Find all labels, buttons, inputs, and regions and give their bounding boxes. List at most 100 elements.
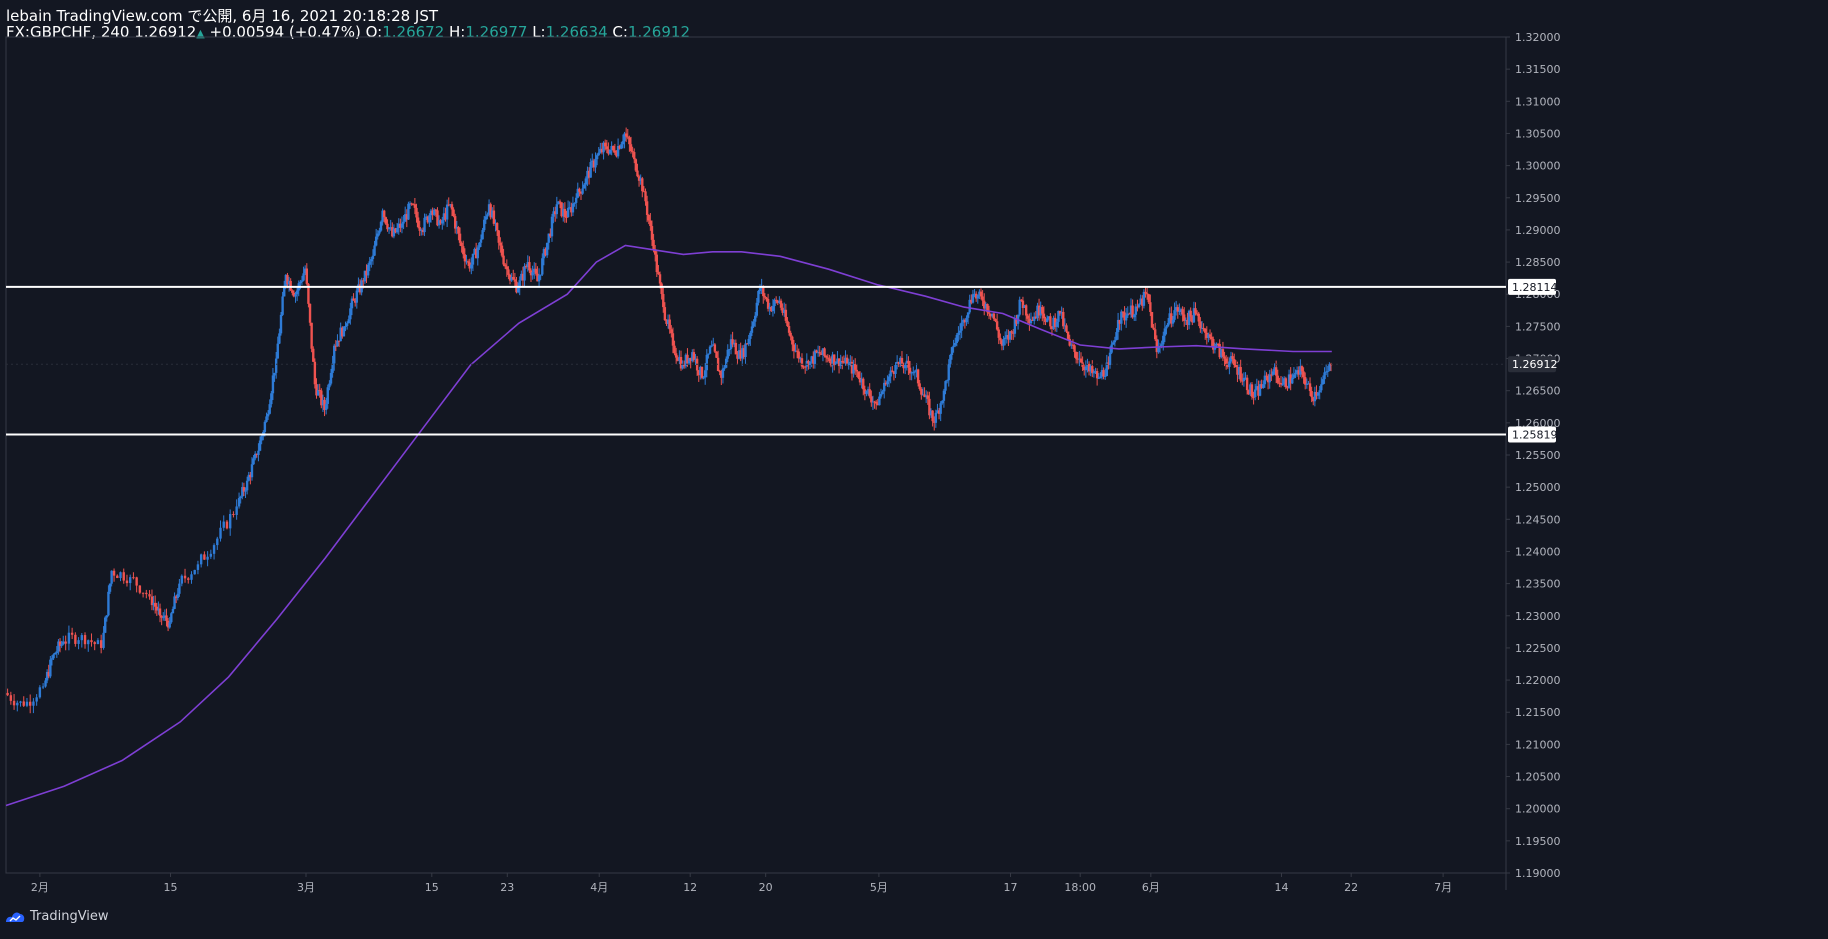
candle [595, 153, 599, 166]
candle-body [634, 159, 638, 171]
candle-body [165, 615, 168, 621]
candle [989, 313, 992, 320]
candle-body [978, 291, 981, 296]
tradingview-brand[interactable]: TradingView [4, 909, 109, 924]
candle [28, 694, 32, 714]
candle [565, 210, 568, 223]
candle-body [753, 315, 757, 322]
candle [657, 264, 660, 275]
candle-body [1160, 344, 1163, 346]
candle [1139, 294, 1142, 305]
candle-body [574, 197, 578, 203]
candle [1024, 304, 1028, 322]
candle-body [963, 319, 967, 323]
candle [795, 344, 799, 359]
candle [1070, 342, 1073, 349]
candle-body [1044, 318, 1047, 322]
candle [1221, 341, 1225, 362]
candle-body [928, 398, 931, 416]
candle [594, 152, 597, 173]
candle [684, 353, 688, 369]
candle [405, 209, 409, 228]
candle-body [1303, 377, 1307, 385]
candle-body [723, 367, 726, 369]
candle-body [684, 354, 688, 367]
candle-body [762, 286, 765, 297]
candle [773, 298, 776, 314]
candle-body [1220, 349, 1223, 358]
candle-body [403, 214, 407, 222]
candle-body [599, 148, 602, 153]
candle [503, 262, 507, 269]
candle [379, 220, 383, 232]
candle-body [1150, 311, 1154, 328]
candle [920, 387, 923, 400]
candle-body [983, 300, 986, 309]
candle-body [923, 394, 926, 398]
candle [62, 635, 65, 646]
candle [244, 487, 247, 498]
candle [647, 214, 650, 225]
candle [428, 213, 431, 227]
candle-body [942, 390, 946, 401]
candle-body [1084, 366, 1088, 371]
candle [1320, 377, 1323, 393]
candle-body [633, 152, 636, 160]
candle [829, 356, 833, 368]
candle [355, 286, 359, 309]
candle [520, 270, 523, 281]
candle [1087, 361, 1091, 376]
candle-body [700, 366, 704, 378]
candle [245, 476, 249, 495]
candle [923, 387, 926, 398]
candle-body [1158, 345, 1162, 347]
candle-body [958, 330, 962, 333]
candle-body [329, 372, 333, 384]
candle [289, 278, 292, 292]
candle [547, 233, 550, 250]
candle [1328, 362, 1331, 372]
candle-body [616, 145, 620, 157]
candle [902, 362, 905, 374]
candle [1116, 312, 1120, 340]
candle [1094, 367, 1097, 375]
candle [683, 360, 686, 369]
candle [839, 354, 842, 369]
candle-body [408, 203, 412, 205]
candle [686, 348, 689, 367]
candle-body [657, 272, 660, 275]
last-price: 1.26912 [134, 23, 197, 41]
x-tick-label: 2月 [31, 881, 49, 894]
candle-body [55, 651, 59, 653]
candle [1073, 344, 1076, 358]
candle [891, 365, 894, 373]
candle [339, 322, 342, 342]
candle [715, 351, 718, 359]
candle [550, 213, 554, 242]
candle [1031, 316, 1034, 321]
chart[interactable]: lebain TradingView.com で公開, 6月 16, 2021 … [0, 0, 1828, 939]
candle-body [899, 357, 902, 365]
candle [542, 247, 546, 266]
candle-body [834, 362, 838, 365]
candle-body [447, 204, 450, 206]
candle-body [1087, 363, 1091, 372]
candle-body [462, 246, 465, 255]
candle [849, 355, 852, 367]
candle-body [1223, 356, 1226, 359]
candle [1066, 331, 1070, 341]
candle [77, 637, 80, 650]
candle-body [434, 209, 438, 211]
candle-body [337, 340, 341, 342]
candle-body [274, 358, 278, 373]
low-label: L: [532, 23, 546, 41]
candle-body [479, 239, 483, 243]
candle [895, 355, 899, 370]
candle-body [513, 279, 517, 282]
price-chart[interactable]: 1.190001.195001.200001.205001.210001.215… [0, 0, 1828, 939]
candle-body [360, 280, 363, 293]
candle [1173, 302, 1176, 323]
candle-body [426, 216, 429, 223]
candle-body [568, 207, 571, 209]
candle [524, 264, 528, 269]
